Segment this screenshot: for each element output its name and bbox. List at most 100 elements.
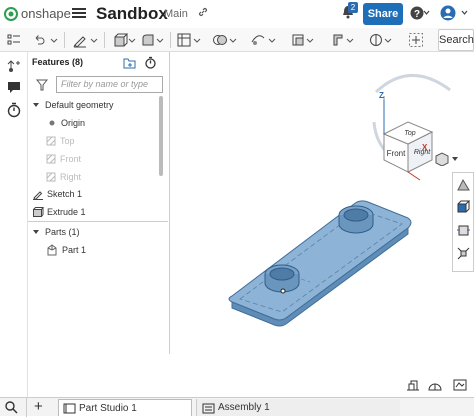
sketch-dropdown-icon[interactable]: [90, 32, 98, 48]
help-icon[interactable]: ?: [410, 5, 430, 21]
new-folder-icon[interactable]: [123, 57, 136, 69]
x-axis-line: [407, 171, 421, 181]
link-icon[interactable]: [197, 6, 209, 18]
features-header: Features (8): [32, 57, 84, 67]
chevron-down-icon[interactable]: [32, 228, 40, 236]
view-tools-rail: [452, 172, 474, 272]
graphics-settings-icon[interactable]: [453, 379, 467, 391]
branch-name[interactable]: Main: [164, 8, 188, 20]
onshape-logo[interactable]: onshape: [4, 6, 71, 21]
extrude-dropdown-icon[interactable]: [128, 32, 136, 48]
tree-label: Front: [60, 153, 82, 164]
plane-icon: [46, 154, 56, 163]
explode-view-icon[interactable]: [456, 246, 471, 261]
tab-part-studio[interactable]: Part Studio 1: [58, 399, 192, 416]
graphics-viewport[interactable]: Top Front Right Z X X: [170, 52, 474, 391]
tree-row-origin[interactable]: Origin: [48, 114, 85, 131]
share-button[interactable]: Share: [363, 3, 403, 25]
logo-text: onshape: [21, 6, 71, 21]
extrude-icon: [33, 206, 44, 217]
feature-list-toggle-icon[interactable]: [6, 32, 22, 48]
feature-list-scrollbar[interactable]: [159, 96, 163, 176]
view-cube-top-label: Top: [404, 130, 416, 137]
tab-label: Part Studio 1: [79, 402, 137, 414]
revolve-icon[interactable]: [140, 32, 156, 48]
part-body[interactable]: [228, 200, 412, 327]
tab-bar: + Part Studio 1 Assembly 1: [0, 397, 474, 417]
assembly-icon: [202, 403, 215, 413]
named-views-icon[interactable]: [456, 223, 471, 238]
notification-badge: 2: [348, 2, 358, 13]
rollback-timer-icon[interactable]: [144, 56, 157, 69]
history-timer-icon[interactable]: [6, 102, 22, 118]
fillet-dropdown-icon[interactable]: [193, 32, 201, 48]
tree-row-parts[interactable]: Parts (1): [32, 223, 80, 240]
left-rail: [0, 52, 28, 398]
toolbar-divider: [170, 32, 171, 48]
tree-row-part[interactable]: Part 1: [46, 241, 86, 258]
mass-properties-icon[interactable]: [406, 379, 420, 391]
search-tools-button[interactable]: Search: [438, 29, 474, 51]
tree-row-right-plane[interactable]: Right: [46, 168, 81, 185]
document-title[interactable]: Sandbox: [96, 4, 168, 24]
filter-input[interactable]: Filter by name or type: [56, 76, 163, 93]
sheet-metal-icon[interactable]: [330, 32, 346, 48]
revolve-dropdown-icon[interactable]: [156, 32, 164, 48]
feature-toolbar: Search: [0, 28, 474, 52]
measure-dropdown-icon[interactable]: [384, 32, 392, 48]
origin-icon: [49, 120, 55, 125]
plane-icon[interactable]: [290, 32, 306, 48]
cad-canvas[interactable]: Top Front Right Z X: [170, 52, 474, 372]
tree-label: Top: [60, 135, 75, 146]
render-mode-icon[interactable]: [456, 177, 471, 192]
transform-dropdown-icon[interactable]: [268, 32, 276, 48]
tree-row-default-geometry[interactable]: Default geometry: [32, 96, 114, 113]
top-bar: onshape Sandbox Main 2 Share ?: [0, 0, 474, 28]
tree-row-front-plane[interactable]: Front: [46, 150, 81, 167]
tree-row-top-plane[interactable]: Top: [46, 132, 75, 149]
view-cube-front-label: Front: [387, 149, 406, 158]
filter-icon[interactable]: [36, 79, 48, 91]
tree-label: Part 1: [62, 244, 87, 255]
tree-label: Parts (1): [45, 226, 80, 237]
boolean-icon[interactable]: [212, 32, 228, 48]
comments-icon[interactable]: [6, 80, 22, 94]
svg-text:?: ?: [414, 9, 420, 20]
z-axis-label: Z: [379, 91, 384, 100]
measure-icon[interactable]: [368, 32, 384, 48]
sketch-icon[interactable]: [72, 32, 88, 48]
sheet-metal-dropdown-icon[interactable]: [346, 32, 354, 48]
part-icon: [47, 243, 57, 255]
add-custom-feature-icon[interactable]: [408, 32, 424, 48]
boolean-dropdown-icon[interactable]: [229, 32, 237, 48]
sketch-icon: [33, 190, 43, 200]
tab-assembly[interactable]: Assembly 1: [196, 399, 400, 416]
extrude-icon[interactable]: [112, 32, 128, 48]
undo-dropdown-icon[interactable]: [50, 32, 58, 48]
user-account-icon[interactable]: [440, 5, 472, 21]
menu-icon[interactable]: [72, 6, 86, 20]
insert-node-icon[interactable]: [6, 58, 22, 74]
plane-icon: [46, 172, 56, 181]
tab-manager-icon[interactable]: [4, 400, 20, 414]
plane-dropdown-icon[interactable]: [306, 32, 314, 48]
tree-label: Sketch 1: [47, 188, 83, 199]
tree-divider: [28, 221, 168, 222]
undo-icon[interactable]: [32, 32, 48, 48]
add-tab-icon[interactable]: +: [34, 398, 43, 415]
toolbar-divider: [104, 32, 105, 48]
fillet-icon[interactable]: [176, 32, 192, 48]
view-options-icon[interactable]: [434, 152, 460, 166]
measure-arc-icon[interactable]: [428, 379, 442, 391]
tree-label: Origin: [61, 117, 86, 128]
tree-label: Default geometry: [45, 99, 114, 110]
chevron-down-icon[interactable]: [32, 101, 40, 109]
onshape-logo-icon: [4, 6, 18, 21]
part-studio-icon: [63, 403, 76, 414]
tree-row-sketch[interactable]: Sketch 1: [32, 185, 82, 202]
x-axis-text: X: [422, 143, 428, 152]
transform-icon[interactable]: [250, 32, 266, 48]
section-view-icon[interactable]: [456, 200, 471, 215]
tab-divider: [26, 398, 27, 417]
tree-row-extrude[interactable]: Extrude 1: [32, 203, 86, 220]
